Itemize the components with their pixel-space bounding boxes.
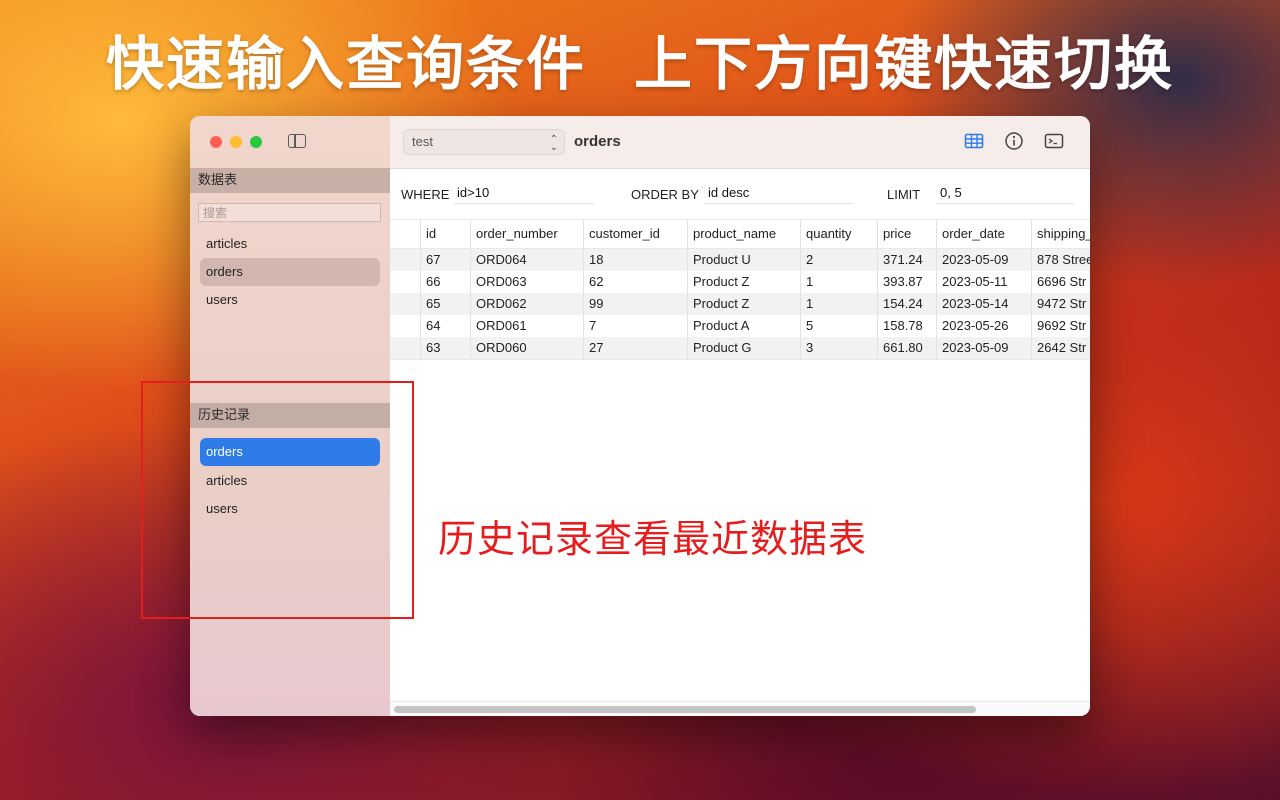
table-cell: 99: [583, 293, 687, 315]
table-cell: ORD064: [470, 249, 583, 271]
table-cell: Product Z: [687, 271, 800, 293]
table-cell: Product Z: [687, 293, 800, 315]
table-row[interactable]: 67 ORD064 18 Product U 2 371.24 2023-05-…: [390, 249, 1090, 271]
where-input[interactable]: id>10: [453, 182, 595, 204]
table-cell: Product U: [687, 249, 800, 271]
sidebar-item-users[interactable]: users: [200, 286, 380, 314]
table-title: orders: [574, 133, 621, 150]
table-cell: 18: [583, 249, 687, 271]
table-view-icon[interactable]: [964, 131, 984, 151]
table-cell: 65: [420, 293, 470, 315]
table-cell: 9472 Str: [1031, 293, 1090, 315]
table-row[interactable]: 66 ORD063 62 Product Z 1 393.87 2023-05-…: [390, 271, 1090, 293]
banner-left-text: 快速输入查询条件: [105, 30, 586, 98]
column-header-price[interactable]: price: [877, 220, 936, 248]
annotation-caption: 历史记录查看最近数据表: [438, 517, 868, 561]
column-header-id[interactable]: id: [420, 220, 470, 248]
table-cell: 1: [800, 271, 877, 293]
promo-banner: 快速输入查询条件 上下方向键快速切换: [0, 14, 1280, 104]
table-cell: ORD061: [470, 315, 583, 337]
table-row[interactable]: 65 ORD062 99 Product Z 1 154.24 2023-05-…: [390, 293, 1090, 315]
table-cell: 66: [420, 271, 470, 293]
table-cell: 2642 Str: [1031, 337, 1090, 359]
minimize-window-button[interactable]: [230, 136, 242, 148]
database-select-value: test: [412, 134, 433, 149]
table-cell: 3: [800, 337, 877, 359]
sidebar-toggle-icon[interactable]: [288, 134, 306, 148]
scrollbar-thumb[interactable]: [394, 706, 976, 713]
table-cell: 2023-05-09: [936, 337, 1031, 359]
table-cell: Product A: [687, 315, 800, 337]
horizontal-scrollbar[interactable]: [390, 701, 1090, 716]
table-cell: ORD063: [470, 271, 583, 293]
tables-section-header: 数据表: [190, 168, 390, 193]
query-filter-bar: WHERE id>10 ORDER BY id desc LIMIT 0, 5: [390, 169, 1090, 220]
close-window-button[interactable]: [210, 136, 222, 148]
terminal-icon[interactable]: [1044, 131, 1064, 151]
table-cell: 2023-05-14: [936, 293, 1031, 315]
limit-input[interactable]: 0, 5: [936, 182, 1075, 204]
limit-label: LIMIT: [887, 187, 921, 202]
table-cell: 2: [800, 249, 877, 271]
table-cell: 371.24: [877, 249, 936, 271]
table-cell: 9692 Str: [1031, 315, 1090, 337]
main-panel: test ⌃ ⌄ orders WHERE id>10 ORDER BY id …: [390, 116, 1090, 716]
order-by-input[interactable]: id desc: [704, 182, 852, 204]
table-cell: 5: [800, 315, 877, 337]
table-cell: 2023-05-09: [936, 249, 1031, 271]
sidebar-item-articles[interactable]: articles: [200, 230, 380, 258]
table-cell: 7: [583, 315, 687, 337]
table-cell: 6696 Str: [1031, 271, 1090, 293]
column-header-product-name[interactable]: product_name: [687, 220, 800, 248]
sidebar-item-orders[interactable]: orders: [200, 258, 380, 286]
table-cell: 63: [420, 337, 470, 359]
table-cell: 154.24: [877, 293, 936, 315]
column-header-shipping[interactable]: shipping_: [1031, 220, 1090, 248]
info-icon[interactable]: [1004, 131, 1024, 151]
where-label: WHERE: [401, 187, 450, 202]
table-cell: 2023-05-26: [936, 315, 1031, 337]
table-cell: 64: [420, 315, 470, 337]
table-header-row: id order_number customer_id product_name…: [390, 220, 1090, 249]
column-header-quantity[interactable]: quantity: [800, 220, 877, 248]
table-cell: 27: [583, 337, 687, 359]
table-cell: 661.80: [877, 337, 936, 359]
table-cell: 878 Stree: [1031, 249, 1090, 271]
order-by-label: ORDER BY: [631, 187, 699, 202]
banner-right-text: 上下方向键快速切换: [634, 30, 1175, 98]
zoom-window-button[interactable]: [250, 136, 262, 148]
annotation-highlight-box: [141, 381, 414, 619]
window-controls: [210, 136, 262, 148]
table-search-input[interactable]: 搜索: [198, 203, 381, 222]
column-header-order-date[interactable]: order_date: [936, 220, 1031, 248]
table-cell: 393.87: [877, 271, 936, 293]
table-row[interactable]: 64 ORD061 7 Product A 5 158.78 2023-05-2…: [390, 315, 1090, 337]
column-header-customer-id[interactable]: customer_id: [583, 220, 687, 248]
table-cell: 1: [800, 293, 877, 315]
table-cell: 62: [583, 271, 687, 293]
column-header-order-number[interactable]: order_number: [470, 220, 583, 248]
toolbar: test ⌃ ⌄ orders: [390, 116, 1090, 169]
table-cell: 158.78: [877, 315, 936, 337]
chevron-down-icon: ⌄: [549, 142, 558, 153]
table-cell: 67: [420, 249, 470, 271]
table-cell: Product G: [687, 337, 800, 359]
table-cell: ORD060: [470, 337, 583, 359]
table-cell: ORD062: [470, 293, 583, 315]
database-select[interactable]: test ⌃ ⌄: [403, 129, 565, 155]
table-row[interactable]: 63 ORD060 27 Product G 3 661.80 2023-05-…: [390, 337, 1090, 360]
table-cell: 2023-05-11: [936, 271, 1031, 293]
